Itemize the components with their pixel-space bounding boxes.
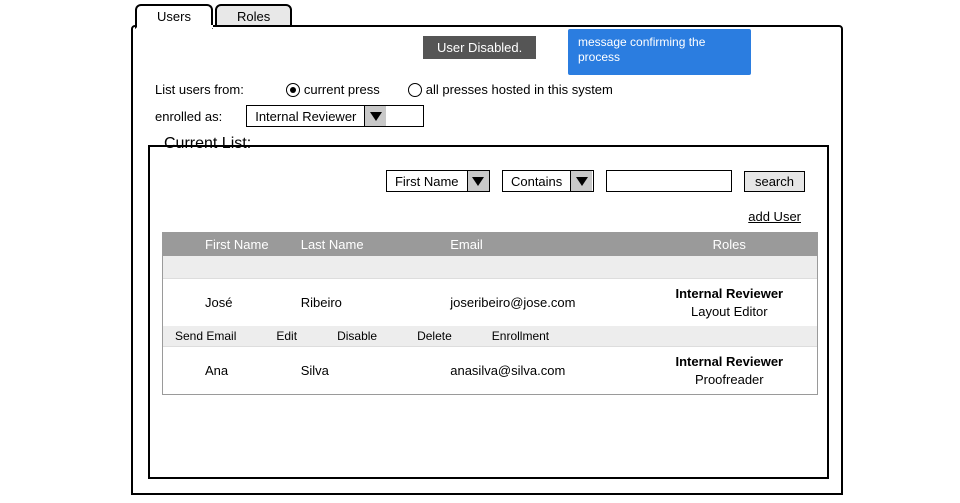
cell-email: joseribeiro@jose.com xyxy=(442,291,641,314)
search-field-value: First Name xyxy=(387,171,467,191)
col-roles: Roles xyxy=(642,233,817,256)
users-table: First Name Last Name Email Roles José Ri… xyxy=(162,232,818,395)
role-primary: Internal Reviewer xyxy=(650,353,809,371)
action-delete[interactable]: Delete xyxy=(411,329,458,343)
table-row[interactable]: Ana Silva anasilva@silva.com Internal Re… xyxy=(163,346,817,394)
cell-last-name: Silva xyxy=(293,359,443,382)
search-match-value: Contains xyxy=(503,171,570,191)
radio-all-label: all presses hosted in this system xyxy=(426,82,613,97)
cell-first-name: Ana xyxy=(163,359,293,382)
chevron-down-icon xyxy=(467,171,489,191)
action-enrollment[interactable]: Enrollment xyxy=(486,329,555,343)
action-send-email[interactable]: Send Email xyxy=(169,329,242,343)
stage: Users Roles User Disabled. message confi… xyxy=(0,0,960,503)
col-first-name: First Name xyxy=(163,233,293,256)
search-field-dropdown[interactable]: First Name xyxy=(386,170,490,192)
action-disable[interactable]: Disable xyxy=(331,329,383,343)
annotation-callout: message confirming the process xyxy=(568,29,751,75)
add-user-link[interactable]: add User xyxy=(748,209,801,224)
role-primary: Internal Reviewer xyxy=(650,285,809,303)
enrolled-as-value: Internal Reviewer xyxy=(247,106,364,126)
cell-email: anasilva@silva.com xyxy=(442,359,641,382)
action-edit[interactable]: Edit xyxy=(270,329,303,343)
cell-roles: Internal Reviewer Proofreader xyxy=(642,349,817,392)
list-from-label: List users from: xyxy=(155,82,244,97)
row-actions: Send Email Edit Disable Delete Enrollmen… xyxy=(163,326,817,346)
col-email: Email xyxy=(442,233,641,256)
enrolled-as-dropdown[interactable]: Internal Reviewer xyxy=(246,105,424,127)
chevron-down-icon xyxy=(364,106,386,126)
notification-toast: User Disabled. xyxy=(423,36,536,59)
search-button[interactable]: search xyxy=(744,171,805,192)
filters: List users from: current press all press… xyxy=(155,82,815,135)
radio-current-label: current press xyxy=(304,82,380,97)
chevron-down-icon xyxy=(570,171,592,191)
col-last-name: Last Name xyxy=(293,233,443,256)
table-row[interactable]: José Ribeiro joseribeiro@jose.com Intern… xyxy=(163,278,817,326)
cell-last-name: Ribeiro xyxy=(293,291,443,314)
current-list-fieldset: First Name Contains search add User Firs… xyxy=(148,145,829,479)
cell-roles: Internal Reviewer Layout Editor xyxy=(642,281,817,324)
search-input[interactable] xyxy=(606,170,732,192)
radio-current-press[interactable]: current press xyxy=(286,82,380,97)
search-row: First Name Contains search xyxy=(150,170,827,192)
search-match-dropdown[interactable]: Contains xyxy=(502,170,594,192)
tab-active-mask xyxy=(137,25,213,28)
enrolled-as-label: enrolled as: xyxy=(155,109,222,124)
radio-icon xyxy=(286,83,300,97)
role-secondary: Layout Editor xyxy=(650,303,809,321)
cell-first-name: José xyxy=(163,291,293,314)
role-secondary: Proofreader xyxy=(650,371,809,389)
table-spacer xyxy=(163,256,817,278)
table-header: First Name Last Name Email Roles xyxy=(163,233,817,256)
radio-icon xyxy=(408,83,422,97)
radio-all-presses[interactable]: all presses hosted in this system xyxy=(408,82,613,97)
